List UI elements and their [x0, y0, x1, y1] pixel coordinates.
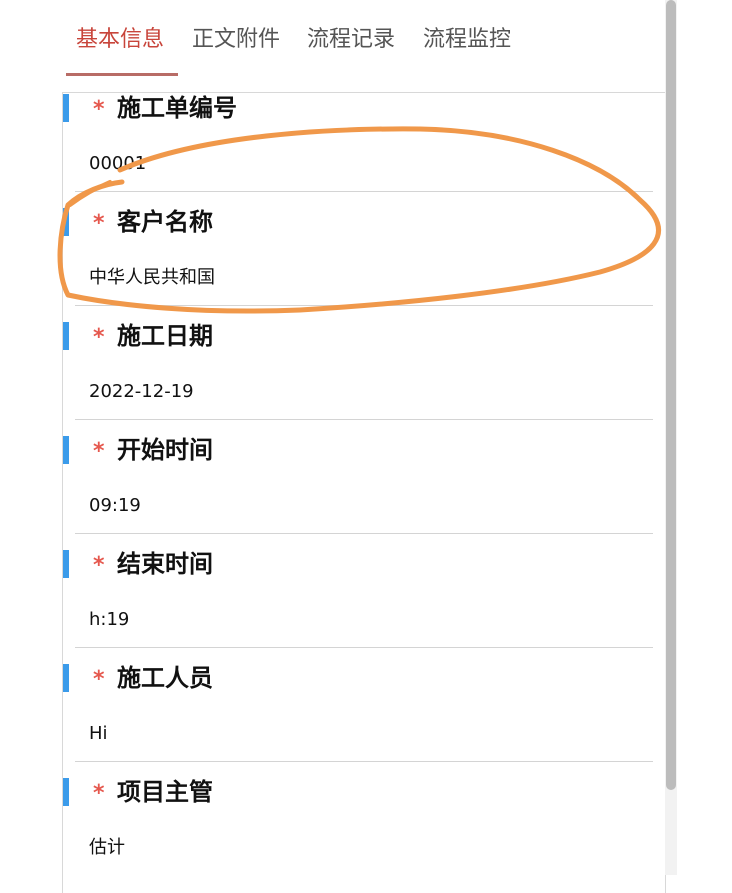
field-value[interactable]: h:19	[89, 607, 129, 633]
required-marker: *	[93, 667, 105, 692]
field-label: * 结束时间	[93, 548, 213, 582]
field-label-text: 客户名称	[117, 208, 213, 236]
field-label-text: 施工人员	[117, 664, 213, 692]
field-label: * 开始时间	[93, 434, 213, 468]
field-accent-bar	[63, 94, 69, 122]
required-marker: *	[93, 97, 105, 122]
field-label: * 客户名称	[93, 206, 213, 240]
required-marker: *	[93, 553, 105, 578]
field-construction-date: * 施工日期 2022-12-19	[63, 321, 665, 435]
required-marker: *	[93, 781, 105, 806]
field-end-time: * 结束时间 h:19	[63, 549, 665, 663]
field-label-text: 结束时间	[117, 550, 213, 578]
field-label-text: 开始时间	[117, 436, 213, 464]
tab-process-monitor[interactable]: 流程监控	[423, 26, 511, 54]
field-customer-name: * 客户名称 中华人民共和国	[63, 207, 665, 321]
field-accent-bar	[63, 322, 69, 350]
field-label-text: 施工单编号	[117, 94, 237, 122]
field-accent-bar	[63, 436, 69, 464]
field-label: * 施工人员	[93, 662, 213, 696]
field-accent-bar	[63, 778, 69, 806]
basic-info-form: * 施工单编号 00001 * 客户名称 中华人民共和国 * 施工日期 2022-12…	[62, 92, 666, 893]
field-label-text: 施工日期	[117, 322, 213, 350]
tab-attachments[interactable]: 正文附件	[192, 26, 280, 54]
field-accent-bar	[63, 208, 69, 236]
field-divider	[75, 533, 653, 534]
field-value[interactable]: 估计	[89, 835, 125, 861]
field-accent-bar	[63, 664, 69, 692]
tab-bar: 基本信息 正文附件 流程记录 流程监控	[0, 0, 666, 92]
field-start-time: * 开始时间 09:19	[63, 435, 665, 549]
field-divider	[75, 419, 653, 420]
field-accent-bar	[63, 550, 69, 578]
required-marker: *	[93, 325, 105, 350]
field-label-text: 项目主管	[117, 778, 213, 806]
field-label: * 施工日期	[93, 320, 213, 354]
field-work-order-number: * 施工单编号 00001	[63, 93, 665, 207]
field-project-supervisor: * 项目主管 估计	[63, 777, 665, 891]
field-value[interactable]: 00001	[89, 151, 146, 177]
field-label: * 项目主管	[93, 776, 213, 810]
field-construction-staff: * 施工人员 Hi	[63, 663, 665, 777]
field-value[interactable]: 2022-12-19	[89, 379, 194, 405]
field-value[interactable]: 中华人民共和国	[89, 265, 215, 291]
required-marker: *	[93, 439, 105, 464]
field-divider	[75, 305, 653, 306]
field-divider	[75, 761, 653, 762]
required-marker: *	[93, 211, 105, 236]
tab-basic-info[interactable]: 基本信息	[76, 26, 164, 54]
field-value[interactable]: Hi	[89, 721, 108, 747]
active-tab-indicator	[66, 73, 178, 76]
field-label: * 施工单编号	[93, 92, 237, 126]
tab-process-records[interactable]: 流程记录	[307, 26, 395, 54]
field-value[interactable]: 09:19	[89, 493, 141, 519]
field-divider	[75, 647, 653, 648]
scrollbar-thumb[interactable]	[666, 0, 676, 790]
field-divider	[75, 191, 653, 192]
